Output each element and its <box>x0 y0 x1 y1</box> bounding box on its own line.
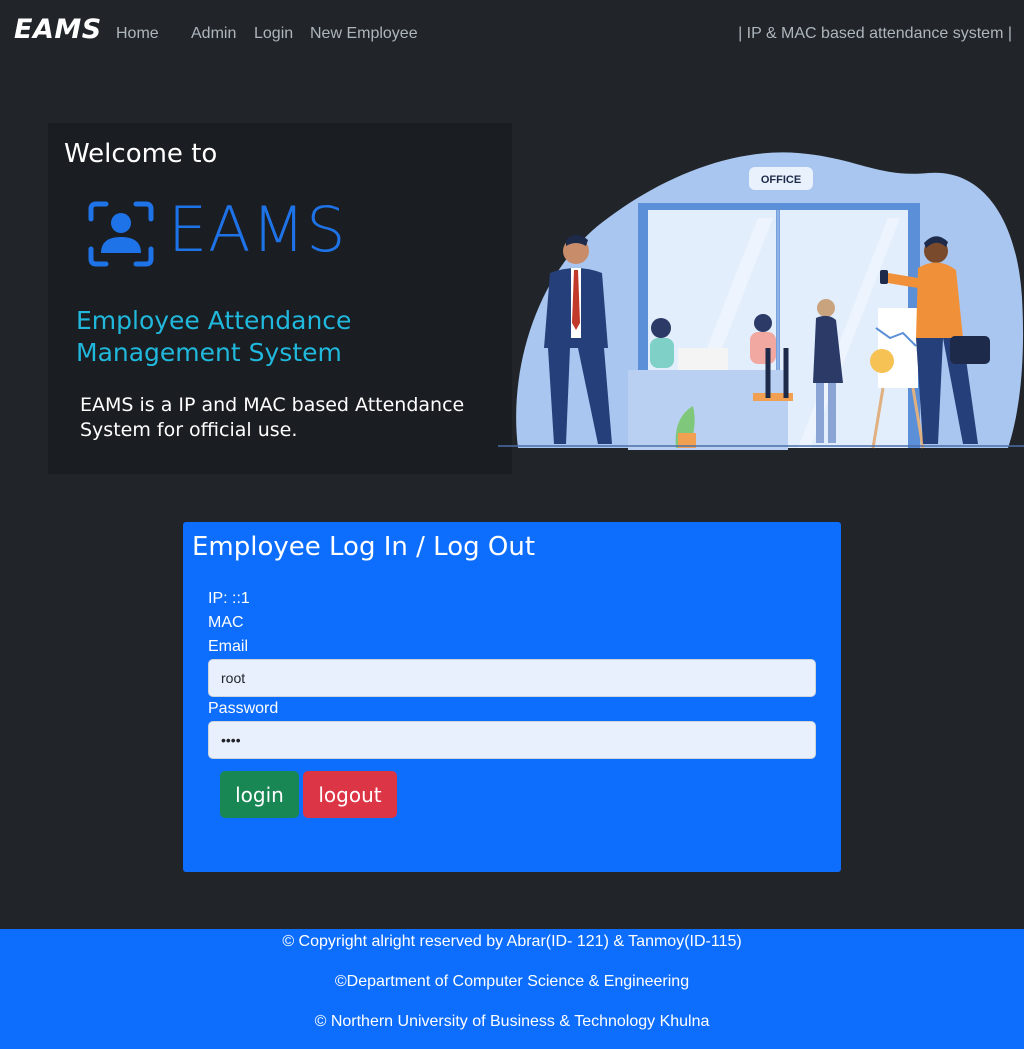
nav-admin[interactable]: Admin <box>191 25 236 43</box>
nav-new-employee[interactable]: New Employee <box>310 25 418 43</box>
top-navbar: EAMS Home Admin Login New Employee | IP … <box>0 0 1024 70</box>
welcome-card: Welcome to EAMS Employee Attendance Mana… <box>48 123 512 474</box>
password-label: Password <box>208 700 279 717</box>
welcome-title: Welcome to <box>64 139 218 169</box>
office-sign-text: OFFICE <box>761 174 801 186</box>
footer-university: © Northern University of Business & Tech… <box>314 1013 710 1030</box>
ip-label: IP: ::1 <box>208 590 250 607</box>
app-subtitle: Employee Attendance Management System <box>76 305 406 369</box>
password-input[interactable] <box>208 721 816 759</box>
email-input[interactable] <box>208 659 816 697</box>
mac-label: MAC <box>208 614 244 631</box>
footer-department: ©Department of Computer Science & Engine… <box>334 973 690 990</box>
logo-text: EAMS <box>168 193 347 266</box>
footer: © Copyright alright reserved by Abrar(ID… <box>0 929 1024 1049</box>
office-illustration: OFFICE <box>498 152 1024 450</box>
login-card: Employee Log In / Log Out IP: ::1 MAC Em… <box>183 522 841 872</box>
footer-copyright: © Copyright alright reserved by Abrar(ID… <box>282 933 742 950</box>
subtitle-line-1: Employee Attendance <box>76 306 352 335</box>
nav-login[interactable]: Login <box>254 25 293 43</box>
login-button[interactable]: login <box>220 771 299 818</box>
nav-home[interactable]: Home <box>116 25 159 43</box>
brand-logo[interactable]: EAMS <box>14 14 102 45</box>
email-label: Email <box>208 638 249 655</box>
user-scan-icon <box>88 201 154 267</box>
login-title: Employee Log In / Log Out <box>192 532 536 562</box>
tagline: | IP & MAC based attendance system | <box>738 25 1012 42</box>
logout-button[interactable]: logout <box>303 771 397 818</box>
subtitle-line-2: Management System <box>76 338 342 367</box>
app-description: EAMS is a IP and MAC based Attendance Sy… <box>80 394 465 441</box>
